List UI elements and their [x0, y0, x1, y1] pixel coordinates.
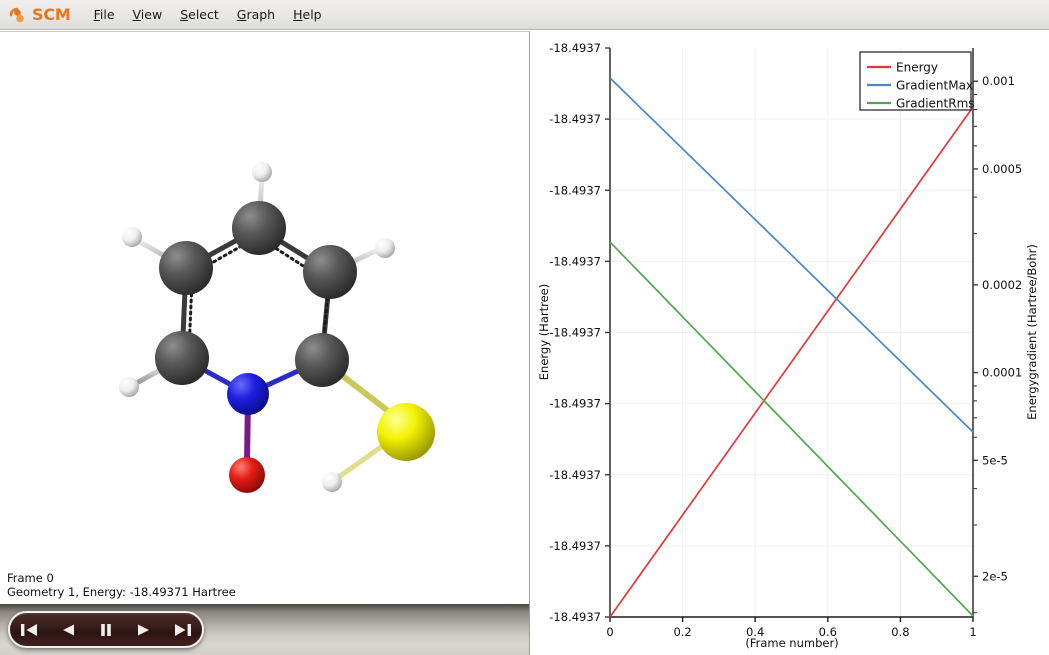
scm-logo-text: SCM — [32, 5, 71, 24]
atom-carbon — [295, 333, 349, 387]
atom-carbon — [155, 331, 209, 385]
atom-hydrogen — [252, 162, 272, 182]
left-tick-label: -18.4937 — [549, 254, 601, 268]
last-frame-button[interactable] — [168, 618, 198, 642]
status-geometry: Geometry 1, Energy: -18.49371 Hartree — [7, 585, 236, 599]
y2-axis-label: Energygradient (Hartree/Bohr) — [1025, 244, 1039, 420]
pause-icon — [101, 623, 111, 636]
atom-hydrogen — [322, 472, 342, 492]
scm-logo-icon — [9, 7, 24, 22]
left-tick-label: -18.4937 — [549, 183, 601, 197]
legend-label: GradientMax — [896, 79, 973, 93]
atom-hydrogen — [122, 227, 142, 247]
left-tick-label: -18.4937 — [549, 41, 601, 55]
x-axis-label: (Frame number) — [745, 636, 838, 650]
series-line — [609, 241, 974, 617]
menu-select[interactable]: Select — [171, 4, 228, 25]
atom-oxygen — [229, 457, 265, 493]
right-tick-label: 5e-5 — [982, 453, 1008, 467]
application-window: SCM File View Select Graph Help Frame 0 … — [0, 0, 1049, 655]
left-tick-label: -18.4937 — [549, 468, 601, 482]
convergence-plot[interactable]: -18.4937 -18.4937 -18.4937 -18.4937 -18.4937… — [531, 31, 1049, 655]
x-tick-label: 0 — [606, 625, 613, 639]
scm-logo: SCM — [8, 5, 71, 24]
menu-select-rest: elect — [188, 7, 219, 22]
previous-frame-button[interactable] — [53, 618, 83, 642]
atom-hydrogen — [119, 377, 139, 397]
menu-graph[interactable]: Graph — [228, 4, 284, 25]
play-icon — [138, 624, 150, 635]
play-button[interactable] — [129, 618, 159, 642]
status-text: Frame 0 Geometry 1, Energy: -18.49371 Ha… — [7, 571, 236, 599]
legend-label: Energy — [896, 61, 938, 75]
atom-carbon — [303, 245, 357, 299]
menu-view[interactable]: View — [124, 4, 172, 25]
menu-help-rest: elp — [302, 7, 322, 22]
plot-series — [609, 77, 974, 618]
rewind-icon — [62, 624, 74, 635]
menu-help[interactable]: Help — [284, 4, 331, 25]
menu-view-rest: iew — [140, 7, 163, 22]
atom-nitrogen — [227, 373, 269, 415]
molecule-canvas[interactable] — [0, 32, 529, 572]
skip-start-icon — [21, 623, 38, 636]
left-tick-label: -18.4937 — [549, 610, 601, 624]
atom-carbon — [159, 241, 213, 295]
menu-file-rest: ile — [99, 7, 115, 22]
right-tick-label: 0.0001 — [982, 366, 1022, 380]
series-line — [609, 106, 974, 618]
skip-end-icon — [174, 623, 191, 636]
left-tick-label: -18.4937 — [549, 326, 601, 340]
plot-legend[interactable]: Energy GradientMax GradientRms — [859, 51, 975, 111]
right-tick-label: 0.0002 — [982, 278, 1022, 292]
atom-sulfur — [377, 403, 435, 461]
x-tick-label: 0.8 — [891, 625, 909, 639]
right-axis-ticks: 0.001 0.0005 0.0002 0.0001 5e-5 2e-5 — [973, 74, 1022, 614]
right-tick-label: 2e-5 — [982, 569, 1008, 583]
molecule-atoms — [119, 162, 435, 493]
transport-controls — [8, 611, 204, 648]
molecule-viewer[interactable]: Frame 0 Geometry 1, Energy: -18.49371 Ha… — [0, 31, 530, 604]
menu-file[interactable]: File — [85, 4, 124, 25]
left-axis-ticks: -18.4937 -18.4937 -18.4937 -18.4937 -18.4937… — [549, 41, 610, 624]
legend-label: GradientRms — [896, 97, 975, 111]
left-tick-label: -18.4937 — [549, 112, 601, 126]
pause-button[interactable] — [91, 618, 121, 642]
plot-gridlines — [610, 48, 973, 617]
playback-bar — [0, 604, 530, 655]
x-tick-label: 1 — [969, 625, 976, 639]
first-frame-button[interactable] — [14, 618, 44, 642]
right-tick-label: 0.0005 — [982, 162, 1022, 176]
left-tick-label: -18.4937 — [549, 539, 601, 553]
series-line — [609, 77, 974, 433]
atom-carbon — [232, 201, 286, 255]
left-tick-label: -18.4937 — [549, 397, 601, 411]
y-axis-label: Energy (Hartree) — [537, 284, 551, 380]
menu-graph-rest: raph — [246, 7, 276, 22]
x-tick-label: 0.2 — [673, 625, 691, 639]
right-tick-label: 0.001 — [982, 74, 1015, 88]
menu-bar: SCM File View Select Graph Help — [0, 0, 1049, 30]
status-frame: Frame 0 — [7, 571, 54, 585]
graph-panel[interactable]: -18.4937 -18.4937 -18.4937 -18.4937 -18.4937… — [531, 31, 1049, 655]
atom-hydrogen — [375, 238, 395, 258]
